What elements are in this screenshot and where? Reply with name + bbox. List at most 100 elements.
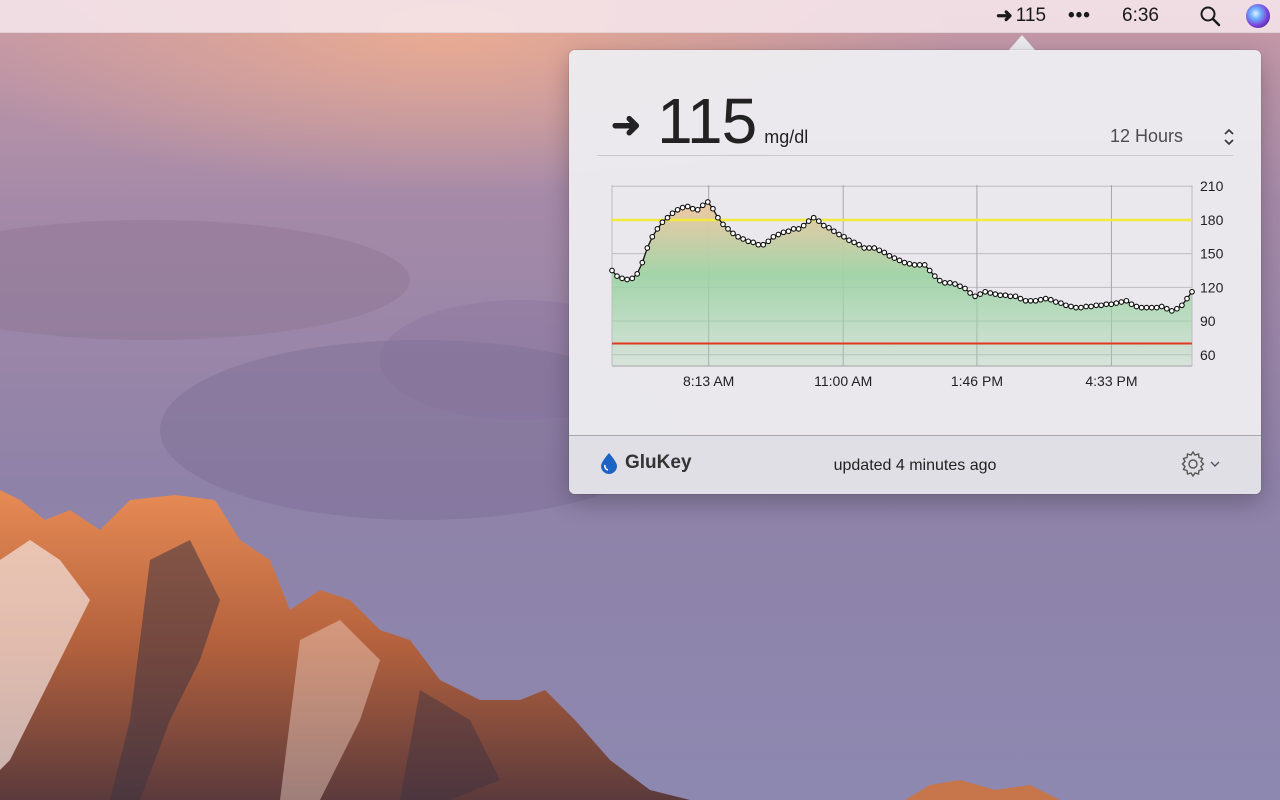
glucose-point <box>710 205 716 212</box>
glucose-point <box>1103 301 1110 308</box>
glucose-point <box>1153 304 1160 311</box>
glucose-point <box>1128 301 1135 308</box>
glucose-point <box>1022 297 1029 304</box>
glucose-point <box>1052 299 1059 305</box>
glucose-point <box>649 233 656 240</box>
glucose-point <box>790 226 797 232</box>
glucose-point <box>740 236 746 242</box>
glucose-point <box>997 292 1004 299</box>
glucose-point <box>715 214 721 221</box>
glucose-point <box>765 238 772 245</box>
glucose-point <box>826 224 832 231</box>
y-tick-label: 210 <box>1200 178 1224 194</box>
glucose-area <box>612 202 1192 366</box>
trend-arrow-icon: ➜ <box>611 104 642 145</box>
search-icon[interactable] <box>1199 5 1223 27</box>
glucose-point <box>694 206 701 213</box>
glucose-point <box>1123 297 1130 304</box>
glucose-point <box>1007 293 1014 300</box>
glucose-point <box>836 231 842 238</box>
glucose-point <box>795 226 802 232</box>
glucose-point <box>770 233 777 240</box>
glucose-point <box>1073 304 1079 311</box>
glucose-point <box>891 255 898 261</box>
glucose-point <box>785 228 792 235</box>
x-tick-label: 4:33 PM <box>1085 373 1137 389</box>
glucose-point <box>1068 303 1074 310</box>
popover-footer: GluKey updated 4 minutes ago <box>569 435 1261 494</box>
updown-chevron-icon <box>1223 127 1235 147</box>
siri-icon[interactable] <box>1246 4 1270 28</box>
glucose-point <box>947 280 953 286</box>
glucose-point <box>750 239 757 246</box>
update-status: updated 4 minutes ago <box>833 457 997 474</box>
glucose-value: 115 <box>1015 5 1047 26</box>
glucose-point <box>977 291 984 297</box>
glucose-point <box>1017 295 1024 302</box>
menu-bar: ➜ 115 ••• 6:36 <box>0 0 1280 33</box>
glucose-point <box>936 277 943 284</box>
x-tick-label: 8:13 AM <box>683 373 734 389</box>
y-tick-label: 120 <box>1200 279 1224 295</box>
glucose-point <box>911 262 918 268</box>
glucose-point <box>745 238 752 245</box>
glucose-point <box>720 221 726 228</box>
glucose-point <box>982 288 989 295</box>
glucose-point <box>1088 303 1094 310</box>
glucose-status-item[interactable]: ➜ 115 <box>996 0 1046 32</box>
glucose-point <box>921 262 928 268</box>
menu-clock[interactable]: 6:36 <box>1122 0 1159 32</box>
glucose-point <box>846 237 852 244</box>
glucose-point <box>1002 292 1009 299</box>
glucose-point <box>624 276 630 283</box>
glucose-point <box>1063 302 1069 309</box>
glucose-chart: 60 90 120 150 180 210 8:13 AM 11:00 AM 1:46 PM 4:… <box>609 178 1224 389</box>
glucose-point <box>1047 296 1054 303</box>
glucose-point <box>992 291 999 297</box>
more-menu-button[interactable]: ••• <box>1068 0 1091 32</box>
glucose-point <box>1032 297 1039 304</box>
glucose-point <box>800 222 807 229</box>
glucose-point <box>942 280 948 286</box>
glucose-point <box>1042 295 1049 302</box>
glucose-point <box>1093 302 1100 309</box>
glucose-point <box>856 241 862 248</box>
glucose-point <box>730 230 736 237</box>
glucose-point <box>916 262 923 268</box>
glucose-point <box>841 233 847 240</box>
y-tick-label: 60 <box>1200 347 1216 363</box>
glucose-point <box>1179 302 1185 309</box>
glucose-point <box>810 214 817 221</box>
glucose-point <box>1143 304 1150 311</box>
glucose-point <box>805 218 812 224</box>
x-tick-label: 11:00 AM <box>814 373 872 389</box>
glucose-point <box>926 267 933 274</box>
glucose-point <box>831 228 837 235</box>
chevron-down-icon <box>1210 461 1220 467</box>
glucose-point <box>609 267 615 274</box>
glucose-point <box>815 218 822 224</box>
glucose-point <box>1083 303 1089 310</box>
glucose-point <box>1168 308 1175 314</box>
glucose-point <box>957 283 963 290</box>
glucose-point <box>735 233 741 240</box>
desktop: ➜ 115 ••• 6:36 ➜ 115 mg/dl 12 Hours 60 9… <box>0 0 1280 800</box>
glucose-point <box>901 259 908 266</box>
popover-pointer <box>1008 35 1036 51</box>
glucose-point <box>775 231 782 238</box>
glucose-point <box>679 204 686 211</box>
glucose-point <box>851 239 857 246</box>
glucose-popover: ➜ 115 mg/dl 12 Hours 60 90 120 150 180 210 8:1… <box>569 50 1261 494</box>
time-range-select[interactable]: 12 Hours <box>1110 126 1235 147</box>
glucose-point <box>654 226 661 232</box>
glucose-point <box>684 203 691 210</box>
glucose-point <box>1098 302 1105 309</box>
glucose-point <box>689 205 696 212</box>
glucose-point <box>725 226 731 232</box>
settings-menu-button[interactable] <box>1179 450 1221 478</box>
glucose-point <box>704 199 711 205</box>
glucose-point <box>881 249 888 256</box>
glucose-point <box>664 214 671 221</box>
header-divider <box>597 155 1233 156</box>
glucose-point <box>629 275 636 282</box>
